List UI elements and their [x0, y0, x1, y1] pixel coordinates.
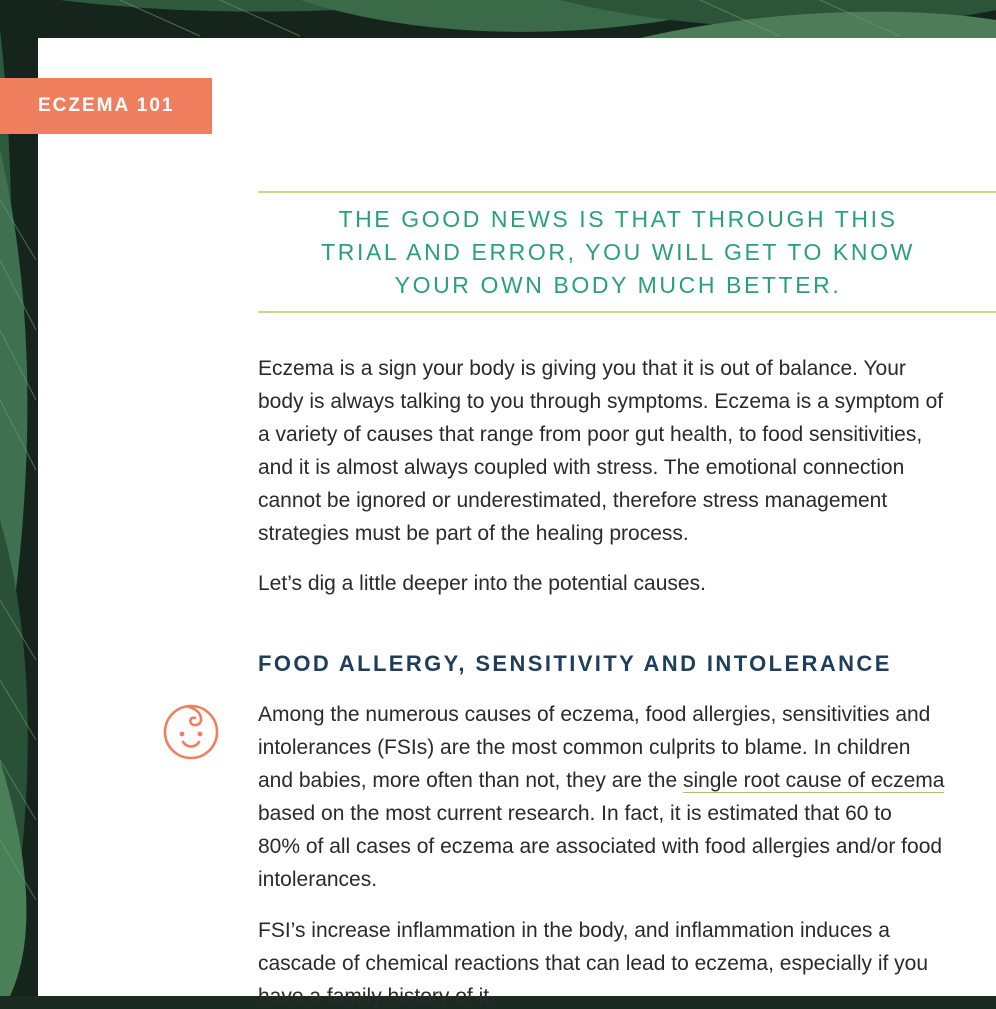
- section-paragraph-line: cascade of chemical reactions that can l…: [258, 952, 929, 975]
- section-paragraph-line: Among the numerous causes of eczema, foo…: [258, 703, 931, 726]
- research-link[interactable]: single root cause of eczema: [682, 769, 945, 793]
- section-paragraph-text: and babies, more often than not, they ar…: [258, 769, 683, 792]
- intro-paragraph-line: body is always talking to you through sy…: [258, 390, 944, 413]
- section-tag-label: ECZEMA 101: [38, 95, 175, 116]
- section-paragraph-line: based on the most current research. In f…: [258, 802, 892, 825]
- section-paragraph-line: intolerances.: [258, 868, 378, 891]
- intro-paragraph-line: and it is almost always coupled with str…: [258, 456, 905, 479]
- pull-quote-line: THE GOOD NEWS IS THAT THROUGH THIS: [338, 206, 898, 232]
- section-paragraph-line: and babies, more often than not, they ar…: [258, 769, 945, 793]
- pull-quote-line: YOUR OWN BODY MUCH BETTER.: [394, 272, 842, 298]
- section-heading: FOOD ALLERGY, SENSITIVITY AND INTOLERANC…: [258, 651, 892, 676]
- transition-sentence: Let’s dig a little deeper into the poten…: [258, 572, 706, 595]
- intro-paragraph-line: Eczema is a sign your body is giving you…: [258, 357, 906, 380]
- baby-face-icon: [163, 704, 219, 760]
- section-tag: ECZEMA 101: [0, 78, 212, 134]
- intro-paragraph-line: strategies must be part of the healing p…: [258, 522, 689, 545]
- intro-paragraph-line: cannot be ignored or underestimated, the…: [258, 489, 888, 512]
- pull-quote: THE GOOD NEWS IS THAT THROUGH THIS TRIAL…: [258, 191, 996, 313]
- section-paragraph-line: intolerances (FSIs) are the most common …: [258, 736, 911, 759]
- section-paragraph-line: 80% of all cases of eczema are associate…: [258, 835, 943, 858]
- section-paragraph-line: have a family history of it.: [258, 985, 495, 1008]
- intro-paragraph-line: a variety of causes that range from poor…: [258, 423, 923, 446]
- section-paragraph-line: FSI’s increase inflammation in the body,…: [258, 919, 890, 942]
- pull-quote-line: TRIAL AND ERROR, YOU WILL GET TO KNOW: [321, 239, 915, 265]
